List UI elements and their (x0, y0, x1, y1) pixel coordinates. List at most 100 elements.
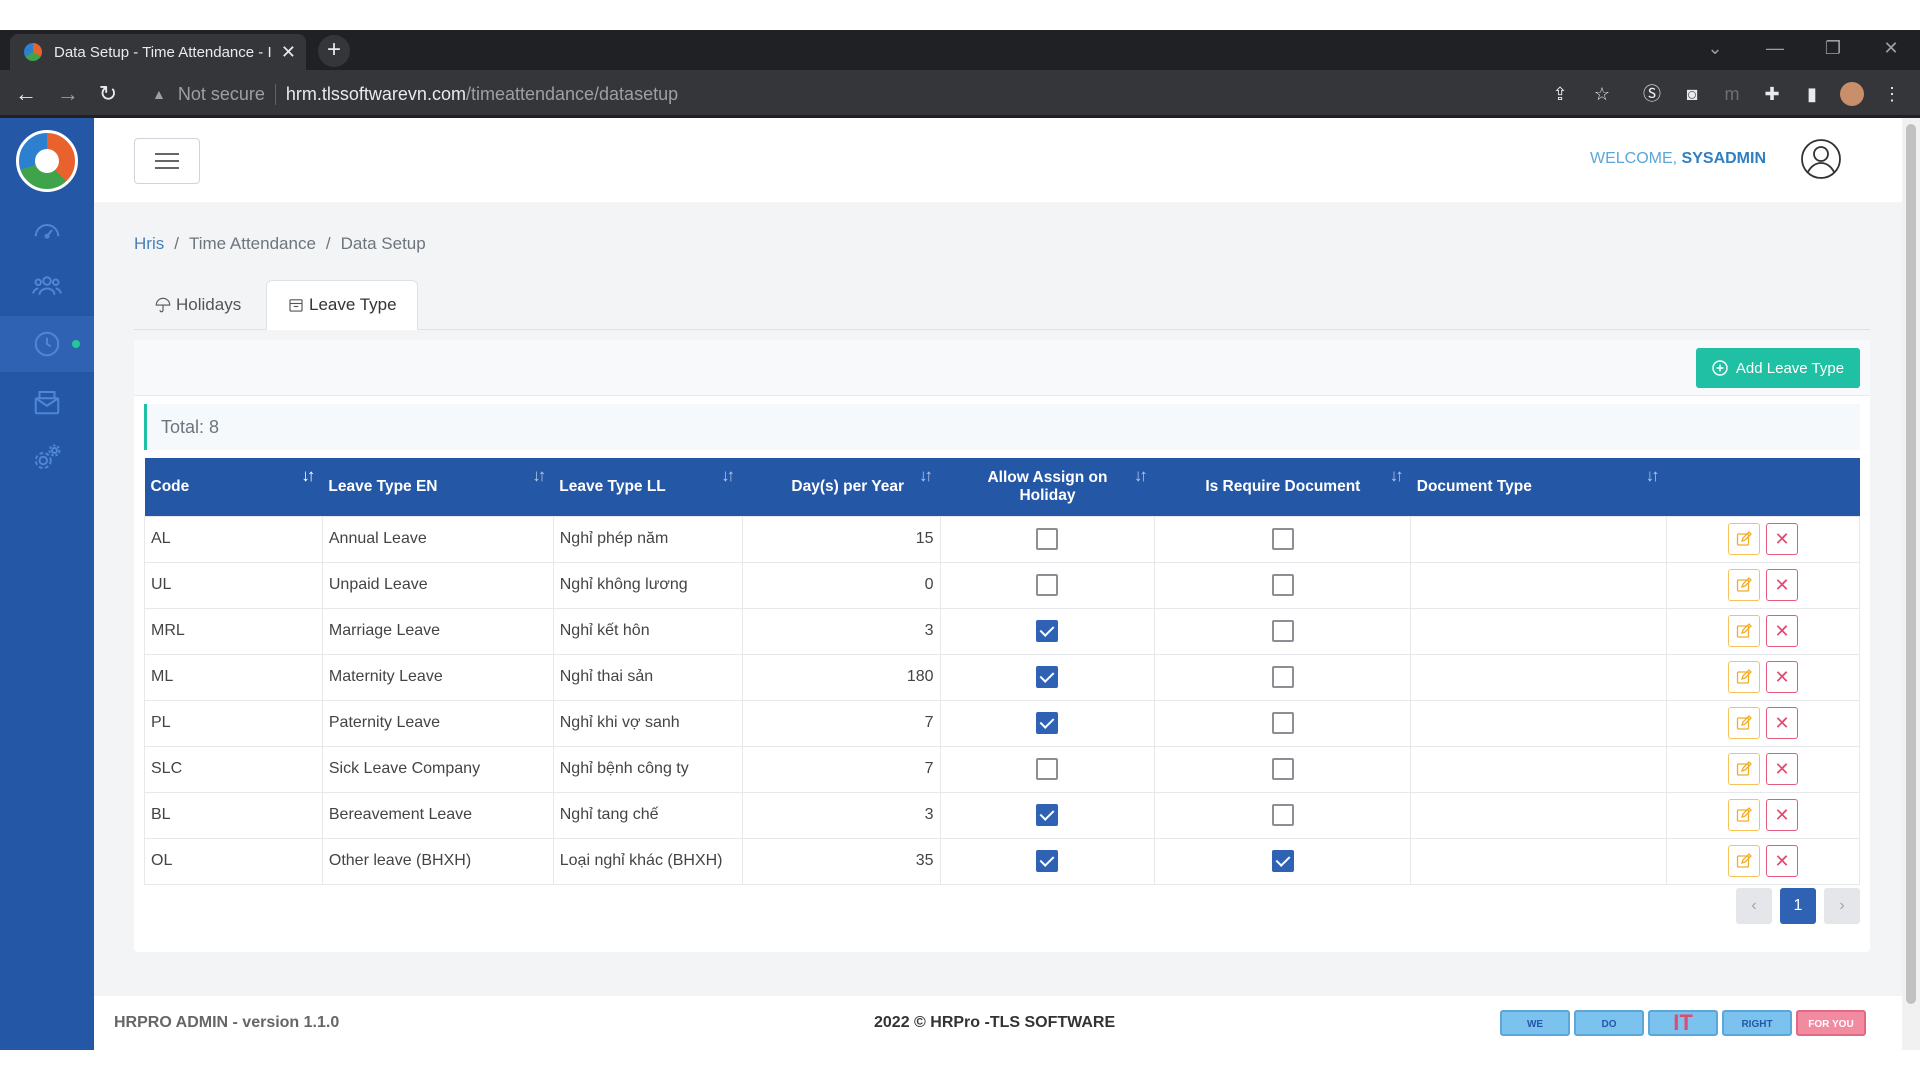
menu-kebab-icon[interactable]: ⋮ (1880, 82, 1904, 106)
camera-icon[interactable]: ◙ (1680, 82, 1704, 106)
cell-code: BL (144, 791, 323, 839)
extension-m-icon[interactable]: m (1720, 82, 1744, 106)
prev-page-button[interactable]: ‹ (1736, 888, 1772, 924)
sidebar-item-mail[interactable] (0, 374, 94, 430)
app-logo[interactable] (16, 130, 78, 192)
cell-is-require-document (1154, 745, 1412, 793)
share-icon[interactable]: ⇪ (1548, 82, 1572, 106)
star-icon[interactable]: ☆ (1590, 82, 1614, 106)
copyright-text: 2022 © HRPro -TLS SOFTWARE (874, 1014, 1116, 1031)
main-content: Hris / Time Attendance / Data Setup Holidays… (94, 202, 1902, 996)
restore-icon[interactable]: ❐ (1810, 30, 1856, 66)
require-document-checkbox[interactable] (1271, 804, 1294, 826)
warning-icon: ▲ (152, 86, 166, 102)
browser-tab[interactable]: Data Setup - Time Attendance - I ✕ (10, 34, 306, 70)
cell-actions: ✕ (1666, 561, 1860, 609)
window-close-icon[interactable]: ✕ (1868, 30, 1914, 66)
delete-button[interactable]: ✕ (1766, 707, 1799, 739)
cell-allow-assign-on-holiday (939, 515, 1156, 563)
require-document-checkbox[interactable] (1271, 528, 1294, 550)
tab-close-icon[interactable]: ✕ (281, 42, 296, 63)
allow-holiday-checkbox[interactable] (1036, 850, 1059, 872)
edit-button[interactable] (1728, 753, 1761, 785)
require-document-checkbox[interactable] (1271, 620, 1294, 642)
edit-button[interactable] (1728, 661, 1761, 693)
edit-button[interactable] (1728, 615, 1761, 647)
page-scrollbar-thumb[interactable] (1906, 124, 1916, 1004)
breadcrumb: Hris / Time Attendance / Data Setup (134, 234, 426, 254)
cell-code: AL (144, 515, 323, 563)
table-row: OL Other leave (BHXH) Loại nghỉ khác (BHXH… (144, 837, 1860, 885)
extension-s-icon[interactable]: Ⓢ (1640, 82, 1664, 106)
require-document-checkbox[interactable] (1271, 758, 1294, 780)
new-tab-button[interactable]: + (318, 35, 350, 67)
column-header-is-require-document[interactable]: Is Require Document (1154, 458, 1411, 516)
column-header-days-per-year[interactable]: Day(s) per Year (742, 458, 941, 516)
allow-holiday-checkbox[interactable] (1036, 758, 1059, 780)
cell-leave-type-en: Marriage Leave (321, 607, 554, 655)
require-document-checkbox[interactable] (1271, 712, 1294, 734)
cell-is-require-document (1154, 653, 1412, 701)
delete-button[interactable]: ✕ (1766, 661, 1799, 693)
tab-search-icon[interactable]: ⌄ (1692, 30, 1738, 66)
umbrella-icon (155, 297, 171, 313)
forward-icon[interactable]: → (52, 78, 84, 110)
reload-icon[interactable]: ↻ (92, 78, 124, 110)
edit-icon (1736, 530, 1752, 546)
sidebar-item-time-attendance[interactable] (0, 316, 94, 372)
delete-button[interactable]: ✕ (1766, 753, 1799, 785)
allow-holiday-checkbox[interactable] (1036, 528, 1059, 550)
edit-icon (1736, 622, 1752, 638)
cell-code: MRL (144, 607, 323, 655)
tab-leave-type[interactable]: Leave Type (266, 280, 418, 330)
allow-holiday-checkbox[interactable] (1036, 712, 1059, 734)
profile-avatar[interactable] (1840, 82, 1864, 106)
user-avatar-icon[interactable] (1800, 138, 1842, 180)
cell-code: SLC (144, 745, 323, 793)
cell-allow-assign-on-holiday (939, 699, 1156, 747)
allow-holiday-checkbox[interactable] (1036, 574, 1059, 596)
sidebar-item-employees[interactable] (0, 258, 94, 314)
slogan-badge: RIGHT (1722, 1010, 1792, 1036)
require-document-checkbox[interactable] (1271, 574, 1294, 596)
require-document-checkbox[interactable] (1271, 666, 1294, 688)
menu-toggle-button[interactable] (134, 138, 200, 184)
edit-button[interactable] (1728, 707, 1761, 739)
allow-holiday-checkbox[interactable] (1036, 666, 1059, 688)
sidebar-item-settings[interactable] (0, 430, 94, 486)
tab-holidays[interactable]: Holidays (134, 280, 261, 330)
allow-holiday-checkbox[interactable] (1036, 620, 1059, 642)
page-button-current[interactable]: 1 (1780, 888, 1816, 924)
edit-button[interactable] (1728, 845, 1761, 877)
column-header-allow-assign-on-holiday[interactable]: Allow Assign on Holiday (940, 458, 1155, 516)
delete-button[interactable]: ✕ (1766, 799, 1799, 831)
edit-button[interactable] (1728, 523, 1761, 555)
delete-button[interactable]: ✕ (1766, 615, 1799, 647)
column-header-leave-type-ll[interactable]: Leave Type LL (553, 458, 743, 516)
cell-leave-type-ll: Loại nghỉ khác (BHXH) (552, 837, 743, 885)
table-row: UL Unpaid Leave Nghỉ không lương 0 ✕ (144, 561, 1860, 609)
back-icon[interactable]: ← (10, 78, 42, 110)
edit-button[interactable] (1728, 799, 1761, 831)
sidebar-item-dashboard[interactable] (0, 202, 94, 258)
column-header-actions (1666, 458, 1860, 516)
tab-title: Data Setup - Time Attendance - I (54, 43, 272, 61)
delete-button[interactable]: ✕ (1766, 845, 1799, 877)
edit-button[interactable] (1728, 569, 1761, 601)
breadcrumb-hris[interactable]: Hris (134, 234, 164, 253)
add-leave-type-button[interactable]: Add Leave Type (1696, 348, 1860, 388)
require-document-checkbox[interactable] (1271, 850, 1294, 872)
breadcrumb-time-attendance[interactable]: Time Attendance (189, 234, 316, 253)
allow-holiday-checkbox[interactable] (1036, 804, 1059, 826)
minimize-icon[interactable]: — (1752, 30, 1798, 66)
address-bar[interactable]: ▲ Not secure hrm.tlssoftwarevn.com/timea… (140, 78, 1550, 110)
sidepanel-icon[interactable]: ▮ (1800, 82, 1824, 106)
tab-label: Holidays (176, 295, 242, 314)
delete-button[interactable]: ✕ (1766, 523, 1799, 555)
delete-button[interactable]: ✕ (1766, 569, 1799, 601)
column-header-document-type[interactable]: Document Type (1410, 458, 1667, 516)
puzzle-icon[interactable]: ✚ (1760, 82, 1784, 106)
column-header-leave-type-en[interactable]: Leave Type EN (322, 458, 554, 516)
next-page-button[interactable]: › (1824, 888, 1860, 924)
column-header-code[interactable]: Code (144, 458, 323, 516)
